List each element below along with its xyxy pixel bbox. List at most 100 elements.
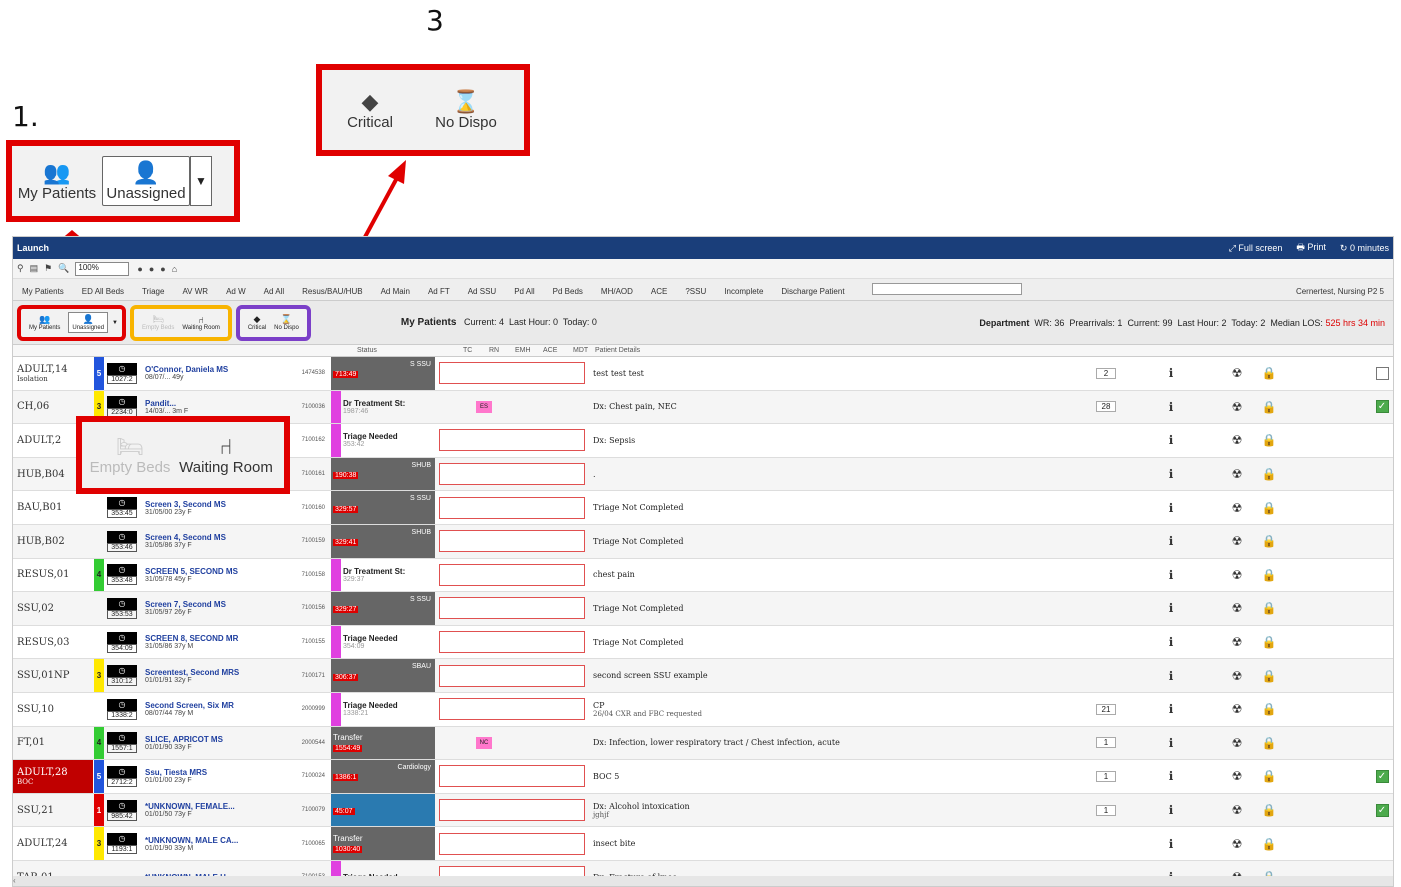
print-button[interactable]: 🖶 Print xyxy=(1296,240,1326,256)
result-count[interactable]: 2 xyxy=(1095,357,1117,390)
tab-ad-ft[interactable]: Ad FT xyxy=(419,283,459,300)
lock-icon[interactable]: 🔒 xyxy=(1259,727,1279,760)
info-icon[interactable]: ℹ xyxy=(1161,693,1181,726)
lock-icon[interactable]: 🔒 xyxy=(1259,760,1279,793)
check-icon[interactable]: ✓ xyxy=(1375,400,1389,414)
lock-icon[interactable]: 🔒 xyxy=(1259,357,1279,390)
team-assign-box[interactable] xyxy=(439,491,587,524)
team-assign-field[interactable] xyxy=(439,429,585,452)
checkbox[interactable] xyxy=(1375,366,1389,380)
column-header[interactable]: Status xyxy=(357,347,377,354)
result-count[interactable]: 1 xyxy=(1095,760,1117,793)
bed-location[interactable]: SSU,01NP xyxy=(17,659,85,692)
tab-ace[interactable]: ACE xyxy=(642,283,676,300)
column-header[interactable]: RN xyxy=(489,347,499,354)
team-assign-box[interactable] xyxy=(439,592,587,625)
lock-icon[interactable]: 🔒 xyxy=(1259,693,1279,726)
status-cell[interactable]: Cardiology 1386:1 xyxy=(331,760,435,793)
radiation-icon[interactable]: ☢ xyxy=(1227,391,1247,424)
status-cell[interactable]: 45:07 xyxy=(331,793,435,827)
status-cell[interactable]: Triage Needed 1338:21 xyxy=(331,692,435,726)
radiation-icon[interactable]: ☢ xyxy=(1227,794,1247,827)
lock-icon[interactable]: 🔒 xyxy=(1259,827,1279,860)
tab-ed-all-beds[interactable]: ED All Beds xyxy=(73,283,133,300)
tab-discharge-patient[interactable]: Discharge Patient xyxy=(772,283,853,300)
result-count[interactable]: 28 xyxy=(1095,391,1117,424)
patient-info[interactable]: Second Screen, Six MR 08/07/44 78y M xyxy=(145,693,285,726)
patient-info[interactable]: *UNKNOWN, FEMALE... 01/01/50 73y F xyxy=(145,794,285,827)
team-assign-field[interactable] xyxy=(439,698,585,721)
info-icon[interactable]: ℹ xyxy=(1161,760,1181,793)
team-assign-box[interactable] xyxy=(439,424,587,457)
empty-beds-button-zoom[interactable]: 🛏 Empty Beds xyxy=(82,434,178,476)
lock-icon[interactable]: 🔒 xyxy=(1259,794,1279,827)
info-icon[interactable]: ℹ xyxy=(1161,357,1181,390)
radiation-icon[interactable]: ☢ xyxy=(1227,424,1247,457)
critical-button[interactable]: ◆ Critical xyxy=(248,314,266,331)
bed-location[interactable]: SSU,21 xyxy=(17,794,85,827)
column-header[interactable]: MDT xyxy=(573,347,588,354)
tab-triage[interactable]: Triage xyxy=(133,283,173,300)
patient-info[interactable]: O'Connor, Daniela MS 08/07/... 49y xyxy=(145,357,285,390)
tab-ad-ssu[interactable]: Ad SSU xyxy=(459,283,505,300)
team-assign-box[interactable] xyxy=(439,559,587,592)
tab-pd-all[interactable]: Pd All xyxy=(505,283,543,300)
tab-mh-aod[interactable]: MH/AOD xyxy=(592,283,642,300)
team-assign-field[interactable] xyxy=(439,664,585,687)
patient-details[interactable]: test test test xyxy=(593,357,1043,390)
patient-details[interactable]: insect bite xyxy=(593,827,1043,860)
patient-details[interactable]: . xyxy=(593,458,1043,491)
check-icon[interactable]: ✓ xyxy=(1375,803,1389,817)
bed-location[interactable]: BAU,B01 xyxy=(17,491,85,524)
lock-icon[interactable]: 🔒 xyxy=(1259,525,1279,558)
info-icon[interactable]: ℹ xyxy=(1161,391,1181,424)
patient-details[interactable]: Dx: Infection, lower respiratory tract /… xyxy=(593,727,1043,760)
status-cell[interactable]: S SSU 329:27 xyxy=(331,592,435,625)
patient-info[interactable]: Screentest, Second MRS 01/01/91 32y F xyxy=(145,659,285,692)
status-cell[interactable]: S SSU 713:49 xyxy=(331,357,435,390)
waiting-room-button-zoom[interactable]: ⑁ Waiting Room xyxy=(178,434,274,476)
bed-location[interactable]: ADULT,24 xyxy=(17,827,85,860)
no-dispo-button-zoom[interactable]: ⌛ No Dispo xyxy=(418,89,514,131)
lock-icon[interactable]: 🔒 xyxy=(1259,592,1279,625)
column-header[interactable]: TC xyxy=(463,347,472,354)
bed-location[interactable]: HUB,B04 xyxy=(17,458,85,491)
info-icon[interactable]: ℹ xyxy=(1161,827,1181,860)
radiation-icon[interactable]: ☢ xyxy=(1227,491,1247,524)
team-assign-box[interactable] xyxy=(439,794,587,827)
column-header[interactable]: Patient Details xyxy=(595,347,640,354)
lock-icon[interactable]: 🔒 xyxy=(1259,659,1279,692)
patient-details[interactable]: Dx: Sepsis xyxy=(593,424,1043,457)
team-assign-box[interactable] xyxy=(439,659,587,692)
table-row[interactable]: RESUS,03 ◷ 354:09 SCREEN 8, SECOND MR 31/05/… xyxy=(13,625,1393,660)
dot-icon[interactable]: ● xyxy=(149,264,154,274)
table-row[interactable]: ADULT,14 Isolation 5 ◷ 1027:2 O'Connor, Danie… xyxy=(13,357,1393,391)
tab-pd-beds[interactable]: Pd Beds xyxy=(544,283,592,300)
patient-details[interactable]: second screen SSU example xyxy=(593,659,1043,692)
status-cell[interactable]: S SSU 329:57 xyxy=(331,491,435,524)
empty-beds-button[interactable]: 🛏 Empty Beds xyxy=(142,314,174,331)
patient-info[interactable]: Screen 7, Second MS 31/05/97 26y F xyxy=(145,592,285,625)
bed-location[interactable]: RESUS,01 xyxy=(17,559,85,592)
team-assign-field[interactable] xyxy=(439,463,585,486)
patient-info[interactable]: Ssu, Tiesta MRS 01/01/00 23y F xyxy=(145,760,285,793)
refresh-button[interactable]: ↻ 0 minutes xyxy=(1340,243,1389,254)
result-count[interactable]: 1 xyxy=(1095,727,1117,760)
tab-ad-all[interactable]: Ad All xyxy=(255,283,293,300)
status-cell[interactable]: Triage Needed 353:42 xyxy=(331,424,435,457)
bed-location[interactable]: FT,01 xyxy=(17,727,85,760)
lock-icon[interactable]: 🔒 xyxy=(1259,424,1279,457)
patient-details[interactable]: Triage Not Completed xyxy=(593,626,1043,659)
info-icon[interactable]: ℹ xyxy=(1161,559,1181,592)
team-assign-field[interactable] xyxy=(439,530,585,553)
table-row[interactable]: ADULT,28 BOC 5 ◷ 2712:2 Ssu, Tiesta MRS 01/01/… xyxy=(13,760,1393,794)
search-input[interactable] xyxy=(871,283,1022,295)
team-assign-field[interactable] xyxy=(439,832,585,855)
complete-checkbox[interactable] xyxy=(1375,357,1389,390)
team-assign-box[interactable] xyxy=(439,357,587,390)
team-assign-field[interactable] xyxy=(439,631,585,654)
patient-info[interactable]: SCREEN 5, SECOND MS 31/05/78 45y F xyxy=(145,559,285,592)
info-icon[interactable]: ℹ xyxy=(1161,491,1181,524)
info-icon[interactable]: ℹ xyxy=(1161,659,1181,692)
status-cell[interactable]: Dr Treatment St: 1987:46 xyxy=(331,390,435,424)
